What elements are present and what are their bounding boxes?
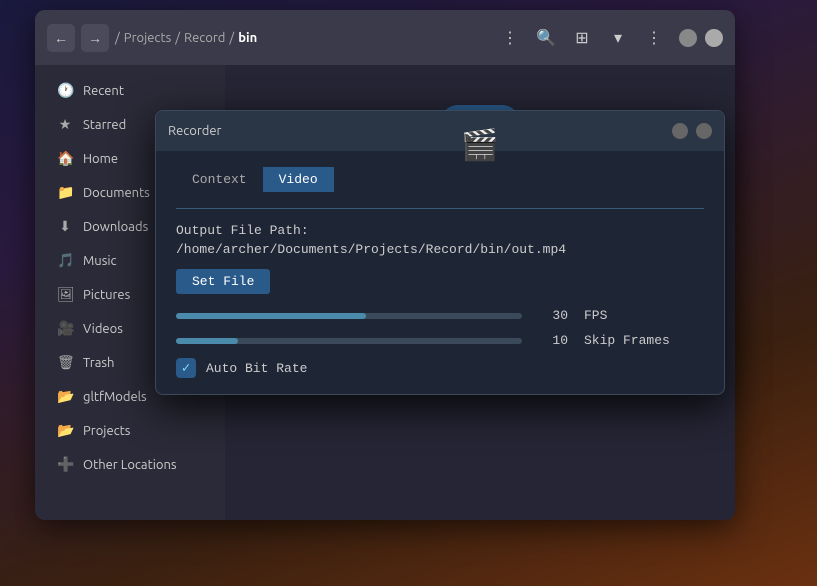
header-actions: ⋮ 🔍 ⊞ ▾ ⋮ [495,23,723,53]
sidebar-label-projects: Projects [83,424,130,438]
auto-bitrate-row[interactable]: ✓ Auto Bit Rate [176,358,704,378]
close-button[interactable] [705,29,723,47]
auto-bitrate-label: Auto Bit Rate [206,361,307,376]
output-path: /home/archer/Documents/Projects/Record/b… [176,242,704,257]
dialog-minimize-button[interactable] [672,123,688,139]
sidebar-label-other: Other Locations [83,458,177,472]
sidebar-label-starred: Starred [83,118,126,132]
breadcrumb-sep2: / [175,31,180,45]
skip-value: 10 [538,333,568,348]
dialog-content: Context Video Output File Path: /home/ar… [156,151,724,394]
tab-video[interactable]: Video [263,167,334,192]
music-icon: 🎵 [57,252,73,269]
home-icon: 🏠 [57,150,73,167]
tabs: Context Video [176,167,704,192]
sidebar-label-documents: Documents [83,186,150,200]
sidebar-label-recent: Recent [83,84,124,98]
sidebar-item-other[interactable]: ➕ Other Locations [41,448,219,481]
sidebar-label-pictures: Pictures [83,288,130,302]
sidebar-item-projects[interactable]: 📂 Projects [41,414,219,447]
trash-icon: 🗑 [57,354,73,371]
other-icon: ➕ [57,456,73,473]
fps-row: 30 FPS [176,308,704,323]
breadcrumb-record[interactable]: Record [184,31,225,45]
view-toggle-button[interactable]: ⊞ [567,23,597,53]
breadcrumb-sep3: / [229,31,234,45]
skip-slider[interactable] [176,338,522,344]
sidebar-label-downloads: Downloads [83,220,148,234]
dialog-title: Recorder [168,124,221,138]
output-label: Output File Path: [176,223,704,238]
tab-underline [176,208,704,209]
view-dropdown-button[interactable]: ▾ [603,23,633,53]
fps-fill [176,313,366,319]
breadcrumb-separator: / [115,31,120,45]
sidebar-label-videos: Videos [83,322,123,336]
fps-label: FPS [584,308,704,323]
sidebar-label-trash: Trash [83,356,114,370]
forward-button[interactable]: → [81,24,109,52]
sidebar-label-home: Home [83,152,118,166]
sidebar-label-gltfmodels: gltfModels [83,390,147,404]
output-path-row: Output File Path: /home/archer/Documents… [176,223,704,257]
starred-icon: ★ [57,116,73,133]
recorder-dialog: Recorder Context Video Output File Path:… [155,110,725,395]
breadcrumb-current[interactable]: bin [238,31,257,45]
header-bar: ← → / Projects / Record / bin ⋮ 🔍 ⊞ ▾ ⋮ [35,10,735,65]
back-button[interactable]: ← [47,24,75,52]
skip-frames-row: 10 Skip Frames [176,333,704,348]
fps-value: 30 [538,308,568,323]
dialog-close-button[interactable] [696,123,712,139]
breadcrumb: / Projects / Record / bin [115,31,489,45]
sidebar-item-recent[interactable]: 🕐 Recent [41,74,219,107]
projects-icon: 📂 [57,422,73,439]
documents-icon: 📁 [57,184,73,201]
sidebar-label-music: Music [83,254,117,268]
auto-bitrate-checkbox[interactable]: ✓ [176,358,196,378]
recent-icon: 🕐 [57,82,73,99]
pictures-icon: 🖼 [57,286,73,303]
window-controls [679,29,723,47]
breadcrumb-projects[interactable]: Projects [124,31,171,45]
dialog-titlebar: Recorder [156,111,724,151]
set-file-button[interactable]: Set File [176,269,270,294]
minimize-button[interactable] [679,29,697,47]
downloads-icon: ⬇ [57,218,73,235]
search-button[interactable]: 🔍 [531,23,561,53]
dialog-window-controls [672,123,712,139]
skip-label: Skip Frames [584,333,704,348]
tab-context[interactable]: Context [176,167,263,192]
videos-icon: 🎥 [57,320,73,337]
gltfmodels-icon: 📂 [57,388,73,405]
menu-button[interactable]: ⋮ [639,23,669,53]
skip-fill [176,338,238,344]
more-options-button[interactable]: ⋮ [495,23,525,53]
fps-slider[interactable] [176,313,522,319]
